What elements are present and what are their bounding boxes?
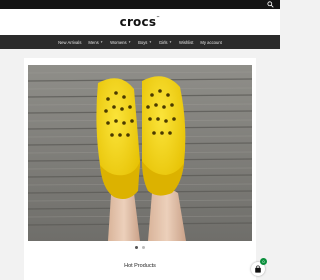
slider-dot-2[interactable] <box>142 246 145 249</box>
nav-item-label: Boys <box>138 39 148 45</box>
slider-dot-1[interactable] <box>135 246 138 249</box>
nav-item-label: Womens <box>110 39 127 45</box>
nav-item-label: My account <box>200 39 222 45</box>
chevron-down-icon: ▼ <box>169 40 172 44</box>
nav-item-girls[interactable]: Girls ▼ <box>155 40 175 45</box>
site-header: crocs™ <box>0 9 280 35</box>
top-bar <box>0 0 280 9</box>
cart-count-badge: 0 <box>260 258 267 265</box>
logo-trademark: ™ <box>156 15 161 20</box>
nav-item-mens[interactable]: Mens ▼ <box>85 40 107 45</box>
shopping-bag-icon <box>255 265 261 273</box>
nav-item-label: New Arrivals <box>58 39 82 45</box>
main-content: Hot Products <box>24 58 256 280</box>
nav-item-label: Girls <box>158 39 168 45</box>
main-nav: New Arrivals Mens ▼ Womens ▼ Boys ▼ Girl… <box>0 35 280 49</box>
nav-item-womens[interactable]: Womens ▼ <box>107 40 135 45</box>
logo-text: crocs <box>119 15 157 29</box>
hero-slider-image[interactable] <box>28 65 252 241</box>
chevron-down-icon: ▼ <box>128 40 132 44</box>
nav-item-label: Wishlist <box>178 39 194 45</box>
search-icon[interactable] <box>267 1 274 8</box>
slider-pagination <box>24 246 256 249</box>
nav-item-label: Mens <box>88 39 99 45</box>
nav-item-new-arrivals[interactable]: New Arrivals <box>55 40 85 45</box>
nav-item-my-account[interactable]: My account <box>197 40 225 45</box>
section-title: Hot Products <box>124 263 156 269</box>
chevron-down-icon: ▼ <box>100 40 104 44</box>
crocs-logo[interactable]: crocs™ <box>120 15 161 29</box>
nav-item-wishlist[interactable]: Wishlist <box>175 40 196 45</box>
chevron-down-icon: ▼ <box>148 40 152 44</box>
clogs-photo <box>28 65 252 241</box>
nav-item-boys[interactable]: Boys ▼ <box>135 40 156 45</box>
